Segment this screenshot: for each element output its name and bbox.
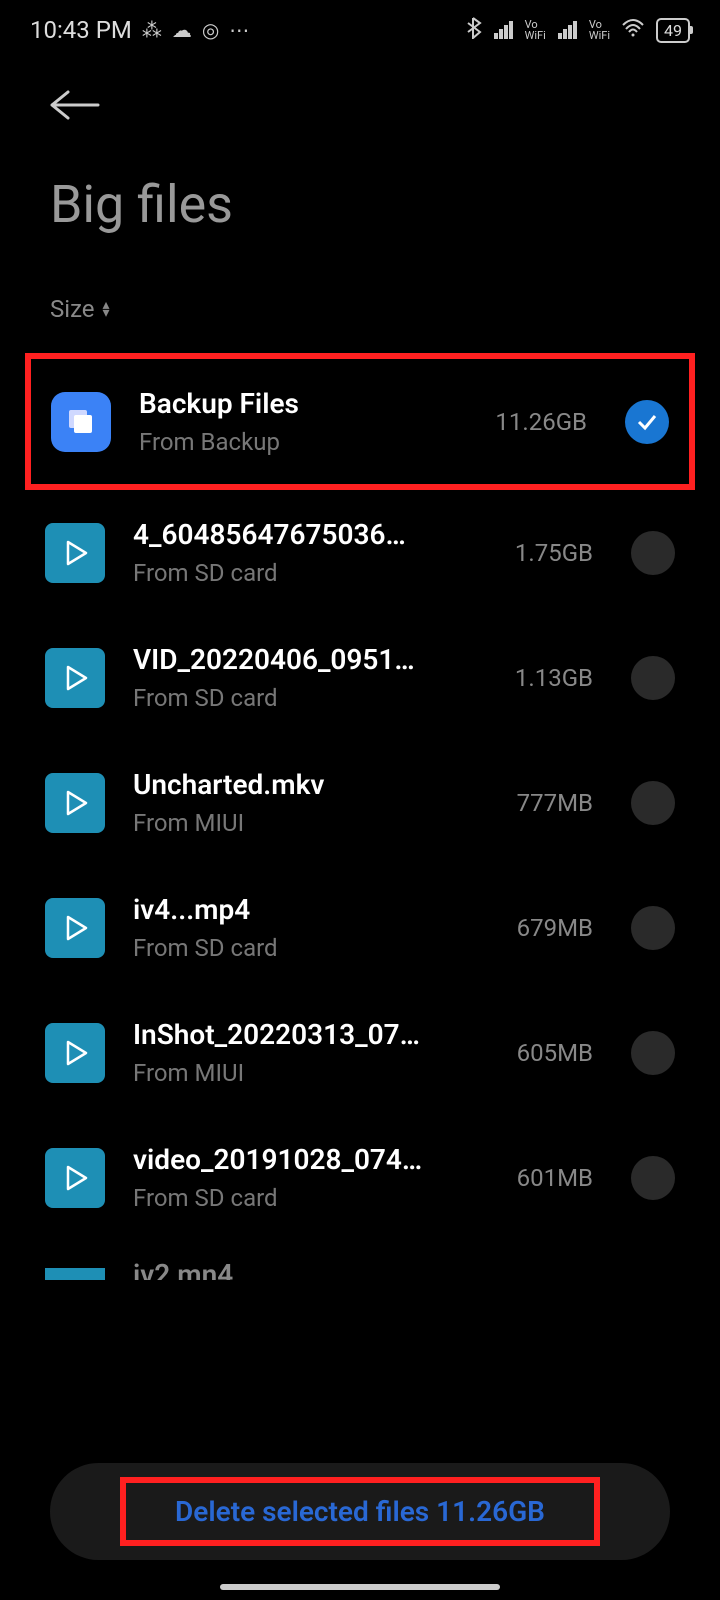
delete-button-wrapper: Delete selected files 11.26GB <box>50 1463 670 1560</box>
file-size: 777MB <box>517 789 593 817</box>
file-size: 1.13GB <box>515 664 593 692</box>
file-checkbox[interactable] <box>631 1031 675 1075</box>
sort-dropdown[interactable]: Size ▴ ▾ <box>0 285 720 353</box>
file-size: 605MB <box>517 1039 593 1067</box>
vowifi-2: VoWiFi <box>589 19 610 41</box>
file-info: VID_20220406_0951… From SD card <box>133 643 487 712</box>
file-row[interactable]: 4_60485647675036… From SD card 1.75GB <box>25 490 695 615</box>
file-row[interactable]: InShot_20220313_07… From MIUI 605MB <box>25 990 695 1115</box>
more-icon: ⋯ <box>229 18 249 42</box>
file-row[interactable]: Backup Files From Backup 11.26GB <box>25 353 695 490</box>
file-name: 4_60485647675036… <box>133 518 487 551</box>
file-size: 679MB <box>517 914 593 942</box>
file-name: iv2 mn4 <box>133 1258 233 1280</box>
file-size: 601MB <box>517 1164 593 1192</box>
nav-gesture-bar[interactable] <box>220 1584 500 1590</box>
file-source: From MIUI <box>133 809 489 837</box>
file-source: From Backup <box>139 428 467 456</box>
file-checkbox[interactable] <box>631 656 675 700</box>
file-info: Uncharted.mkv From MIUI <box>133 768 489 837</box>
delete-highlight <box>120 1477 600 1546</box>
file-info: 4_60485647675036… From SD card <box>133 518 487 587</box>
file-size: 1.75GB <box>515 539 593 567</box>
file-row-partial[interactable]: iv2 mn4 <box>25 1240 695 1280</box>
page-title: Big files <box>0 144 720 285</box>
file-name: InShot_20220313_07… <box>133 1018 489 1051</box>
file-name: Uncharted.mkv <box>133 768 489 801</box>
video-file-icon <box>45 523 105 583</box>
file-name: video_20191028_074… <box>133 1143 489 1176</box>
back-button[interactable] <box>0 60 720 144</box>
file-row[interactable]: Uncharted.mkv From MIUI 777MB <box>25 740 695 865</box>
file-row[interactable]: iv4...mp4 From SD card 679MB <box>25 865 695 990</box>
file-info: video_20191028_074… From SD card <box>133 1143 489 1212</box>
file-checkbox[interactable] <box>631 1156 675 1200</box>
signal-icon-1 <box>494 21 513 39</box>
signal-icon-2 <box>558 21 577 39</box>
wifi-icon <box>622 18 644 42</box>
cloud-icon: ☁ <box>172 18 192 42</box>
file-row[interactable]: VID_20220406_0951… From SD card 1.13GB <box>25 615 695 740</box>
file-list: Backup Files From Backup 11.26GB 4_60485647… <box>0 353 720 1280</box>
status-bar: 10:43 PM ⁂ ☁ ◎ ⋯ VoWiFi VoWiFi 49 <box>0 0 720 60</box>
instagram-icon: ◎ <box>202 18 219 42</box>
status-left: 10:43 PM ⁂ ☁ ◎ ⋯ <box>30 16 249 44</box>
bluetooth-icon <box>466 17 482 44</box>
file-source: From SD card <box>133 1184 489 1212</box>
file-name: Backup Files <box>139 387 467 420</box>
video-file-icon <box>45 648 105 708</box>
file-checkbox[interactable] <box>625 400 669 444</box>
sort-icon: ▴ ▾ <box>103 301 110 317</box>
file-info: Backup Files From Backup <box>139 387 467 456</box>
file-name: iv4...mp4 <box>133 893 489 926</box>
vowifi-1: VoWiFi <box>525 19 546 41</box>
file-row[interactable]: video_20191028_074… From SD card 601MB <box>25 1115 695 1240</box>
backup-file-icon <box>51 392 111 452</box>
file-info: InShot_20220313_07… From MIUI <box>133 1018 489 1087</box>
video-file-icon <box>45 773 105 833</box>
battery-indicator: 49 <box>656 18 690 43</box>
file-source: From SD card <box>133 934 489 962</box>
file-source: From SD card <box>133 559 487 587</box>
video-file-icon <box>45 1148 105 1208</box>
status-time: 10:43 PM <box>30 16 132 44</box>
file-size: 11.26GB <box>495 408 587 436</box>
file-source: From SD card <box>133 684 487 712</box>
file-checkbox[interactable] <box>631 781 675 825</box>
video-file-icon <box>45 898 105 958</box>
sort-label: Size <box>50 295 95 323</box>
status-right: VoWiFi VoWiFi 49 <box>466 17 690 44</box>
video-file-icon <box>45 1268 105 1280</box>
file-name: VID_20220406_0951… <box>133 643 487 676</box>
file-source: From MIUI <box>133 1059 489 1087</box>
delete-button[interactable]: Delete selected files 11.26GB <box>50 1463 670 1560</box>
file-checkbox[interactable] <box>631 531 675 575</box>
video-file-icon <box>45 1023 105 1083</box>
file-info: iv4...mp4 From SD card <box>133 893 489 962</box>
file-checkbox[interactable] <box>631 906 675 950</box>
slack-icon: ⁂ <box>142 18 162 42</box>
